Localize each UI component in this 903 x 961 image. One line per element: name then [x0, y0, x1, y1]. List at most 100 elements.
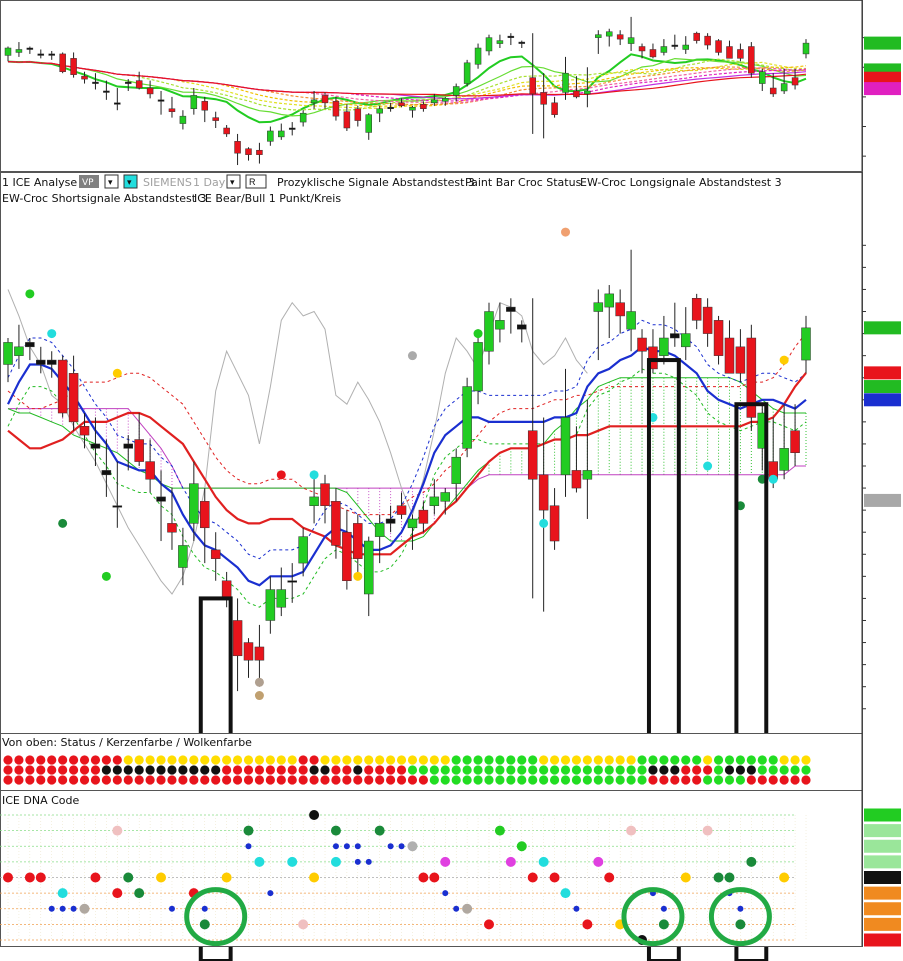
status-dot — [407, 775, 418, 785]
status-dot — [342, 775, 352, 785]
candle-body — [201, 101, 209, 111]
status-dot — [506, 775, 516, 785]
status-dot — [386, 775, 396, 785]
candle-body — [670, 333, 680, 339]
candle-body — [265, 589, 276, 621]
indicator-4[interactable]: EW-Croc Shortsignale Abstandstest 3 — [2, 192, 207, 205]
dna-point — [516, 841, 527, 852]
status-dot — [757, 765, 767, 775]
indicator-3[interactable]: EW-Croc Longsignale Abstandstest 3 — [580, 176, 782, 189]
dna-point — [494, 825, 505, 836]
status-dot — [473, 765, 483, 775]
dna-point — [680, 872, 691, 883]
status-dot — [637, 775, 647, 785]
candle-body — [451, 456, 461, 484]
candle-body — [243, 642, 254, 661]
status-dot — [36, 755, 46, 765]
status-dot — [418, 755, 428, 765]
status-dot — [604, 765, 614, 775]
dna-point — [201, 905, 208, 912]
dna-point — [199, 919, 210, 930]
indicator-2[interactable]: Paint Bar Croc Status — [465, 176, 582, 189]
dna-point — [527, 872, 538, 883]
status-dot — [189, 775, 199, 785]
status-dot — [145, 765, 155, 775]
status-dot — [375, 775, 385, 785]
candle-body — [46, 359, 57, 365]
price-label-box — [864, 36, 901, 50]
status-dot — [593, 765, 603, 775]
status-dot — [626, 765, 636, 775]
candle-body — [287, 580, 297, 583]
status-dot — [375, 765, 385, 775]
status-dot — [298, 755, 308, 765]
status-dot — [571, 755, 582, 765]
candle-body — [90, 443, 101, 449]
status-dot — [429, 755, 439, 765]
candle-body — [604, 293, 614, 308]
candle-body — [735, 346, 746, 374]
candle-body — [145, 461, 155, 480]
status-dot — [276, 765, 286, 775]
candle-body — [156, 496, 166, 502]
status-dot — [473, 755, 483, 765]
candle-body — [485, 37, 493, 52]
candle-body — [659, 337, 669, 356]
candle-body — [48, 53, 55, 56]
candle-body — [571, 470, 582, 489]
status-dot — [495, 755, 505, 765]
status-dot — [724, 765, 735, 775]
status-dot — [582, 755, 592, 765]
status-dot — [222, 755, 232, 765]
signal-dot — [407, 351, 417, 361]
indicator-1[interactable]: Prozyklische Signale Abstandstest 3 — [277, 176, 475, 189]
dna-point — [309, 810, 320, 820]
status-dot — [243, 755, 254, 765]
candle-body — [802, 42, 810, 55]
candle-body — [779, 448, 789, 471]
status-dot — [517, 765, 527, 775]
status-dot — [112, 755, 122, 765]
status-dot — [582, 765, 592, 775]
indicator-5[interactable]: ICE Bear/Bull 1 Punkt/Kreis — [194, 192, 341, 205]
candle-body — [36, 359, 46, 365]
status-dot — [593, 755, 603, 765]
candle-body — [37, 53, 45, 56]
candle-body — [671, 44, 679, 47]
dna-point — [123, 872, 134, 883]
candle-body — [682, 44, 690, 50]
candle-body — [385, 518, 396, 524]
status-dot — [90, 765, 101, 775]
price-label-box — [864, 321, 901, 335]
status-dot — [47, 755, 57, 765]
status-dot — [14, 755, 24, 765]
status-dot — [659, 775, 669, 785]
status-dot — [615, 755, 625, 765]
dna-panel-frame — [0, 790, 863, 947]
status-dot — [648, 755, 658, 765]
status-dot — [320, 765, 330, 775]
candle-body — [627, 37, 635, 44]
status-dot — [200, 765, 210, 775]
status-dot — [386, 765, 396, 775]
status-dot — [593, 775, 603, 785]
status-dot — [604, 775, 614, 785]
candle-body — [474, 47, 482, 65]
status-dot — [156, 755, 166, 765]
status-dot — [692, 765, 702, 775]
candle-body — [660, 46, 668, 53]
candle-body — [309, 496, 319, 506]
dna-point — [243, 825, 254, 836]
candle-body — [769, 87, 777, 95]
dna-point — [779, 872, 790, 883]
price-label-box — [864, 902, 901, 916]
candle-body — [331, 501, 341, 546]
status-dot — [3, 765, 13, 775]
status-dot — [396, 755, 407, 765]
status-dot — [232, 775, 243, 785]
dna-point — [156, 872, 167, 883]
candle-body — [92, 81, 99, 84]
candle-body — [167, 523, 177, 533]
dna-point — [24, 872, 35, 883]
candle-body — [189, 483, 199, 524]
